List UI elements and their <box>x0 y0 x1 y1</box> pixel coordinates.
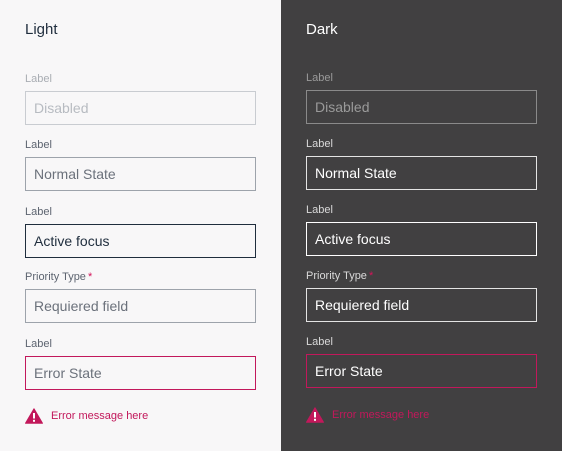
field-label: Label <box>25 139 52 151</box>
disabled-input: Disabled <box>306 90 537 124</box>
warning-icon <box>25 408 43 424</box>
dark-panel: Dark Label Disabled Label Normal State L… <box>281 0 562 451</box>
active-focus-input[interactable]: Active focus <box>25 224 256 258</box>
error-message: Error message here <box>25 408 148 424</box>
priority-type-label: Priority Type <box>25 271 86 283</box>
warning-icon <box>306 407 324 423</box>
panel-title: Light <box>25 21 58 38</box>
field-label: Label <box>306 138 333 150</box>
normal-input[interactable]: Normal State <box>306 156 537 190</box>
disabled-input: Disabled <box>25 91 256 125</box>
required-asterisk: * <box>87 271 93 283</box>
field-label: Label <box>306 336 333 348</box>
theme-comparison: Light Label Disabled Label Normal State … <box>0 0 562 451</box>
normal-input[interactable]: Normal State <box>25 157 256 191</box>
field-label: Priority Type * <box>306 270 373 283</box>
field-label: Label <box>306 72 333 84</box>
error-message-text: Error message here <box>51 410 149 422</box>
error-message: Error message here <box>306 407 429 423</box>
field-label: Label <box>25 206 52 218</box>
required-asterisk: * <box>368 270 374 282</box>
error-input[interactable]: Error State <box>25 356 256 390</box>
field-label: Priority Type * <box>25 271 92 284</box>
active-focus-input[interactable]: Active focus <box>306 222 537 256</box>
required-input[interactable]: Requiered field <box>306 288 537 322</box>
light-panel: Light Label Disabled Label Normal State … <box>0 0 281 451</box>
field-label: Label <box>25 73 52 85</box>
priority-type-label: Priority Type <box>306 270 367 282</box>
panel-title: Dark <box>306 21 338 38</box>
field-label: Label <box>306 204 333 216</box>
field-label: Label <box>25 338 52 350</box>
error-input[interactable]: Error State <box>306 354 537 388</box>
required-input[interactable]: Requiered field <box>25 289 256 323</box>
error-message-text: Error message here <box>332 409 430 421</box>
